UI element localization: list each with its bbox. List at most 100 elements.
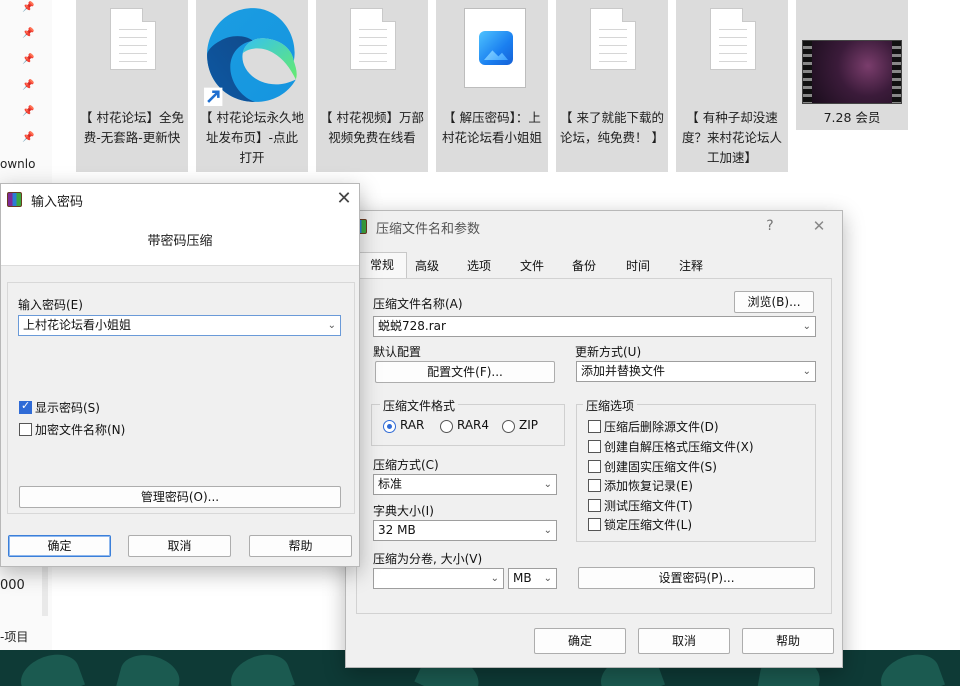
dialog-title: 压缩文件名和参数: [376, 222, 481, 237]
option-label: 压缩后删除源文件(D): [604, 420, 719, 434]
text-document-icon: [710, 8, 756, 70]
archive-name-value: 蜕蜕728.rar: [378, 319, 446, 333]
archive-format-group-title: 压缩文件格式: [380, 397, 459, 414]
winrar-icon: [7, 192, 22, 207]
encrypt-filenames-label: 加密文件名称(N): [35, 423, 126, 437]
chevron-down-icon: ⌄: [802, 321, 811, 332]
tab-advanced[interactable]: 高级: [409, 254, 445, 278]
archive-options-group-title: 压缩选项: [583, 397, 638, 414]
option-label: 创建固实压缩文件(S): [604, 460, 717, 474]
file-item[interactable]: 【 村花论坛永久地址发布页】-点此打开: [196, 0, 308, 172]
option-label: 创建自解压格式压缩文件(X): [604, 440, 754, 454]
option-checkbox[interactable]: [588, 499, 601, 512]
compression-method-label: 压缩方式(C): [373, 458, 439, 472]
pin-icon: 📌: [22, 132, 35, 143]
file-name: 【 村花论坛】全免费-无套路-更新快: [80, 110, 184, 145]
split-unit-select[interactable]: MB ⌄: [508, 568, 557, 589]
browse-button[interactable]: 浏览(B)...: [734, 291, 814, 313]
text-document-icon: [110, 8, 156, 70]
encrypt-filenames-checkbox[interactable]: [19, 423, 32, 436]
tab-files[interactable]: 文件: [514, 254, 550, 278]
item-count-text: -项目: [0, 630, 29, 644]
tab-options[interactable]: 选项: [461, 254, 497, 278]
password-value: 上村花论坛看小姐姐: [23, 318, 132, 332]
tab-backup[interactable]: 备份: [566, 254, 602, 278]
option-label: 测试压缩文件(T): [604, 499, 693, 513]
format-zip-radio[interactable]: [502, 420, 515, 433]
dialog-title: 输入密码: [31, 195, 84, 210]
text-document-icon: [350, 8, 396, 70]
file-item[interactable]: 【 来了就能下载的论坛，纯免费！ 】: [556, 0, 668, 172]
file-name: 【 村花视频】万部视频免费在线看: [320, 110, 424, 145]
ok-button[interactable]: 确定: [534, 628, 626, 654]
sidebar-item-downloads[interactable]: ownlo: [0, 157, 35, 171]
cancel-button[interactable]: 取消: [128, 535, 231, 557]
ok-button[interactable]: 确定: [8, 535, 111, 557]
format-rar4-label: RAR4: [457, 418, 490, 432]
manage-passwords-button[interactable]: 管理密码(O)...: [19, 486, 341, 508]
option-checkbox[interactable]: [588, 460, 601, 473]
file-name: 【 来了就能下载的论坛，纯免费！ 】: [560, 110, 664, 145]
dictionary-size-select[interactable]: 32 MB ⌄: [373, 520, 557, 541]
chevron-down-icon: ⌄: [490, 573, 499, 584]
cancel-button[interactable]: 取消: [638, 628, 730, 654]
format-zip-label: ZIP: [519, 418, 538, 432]
pin-icon: 📌: [22, 28, 35, 39]
sidebar-partial-text: 000: [0, 578, 25, 593]
video-thumbnail-icon: [802, 40, 902, 104]
help-icon[interactable]: ?: [758, 215, 782, 237]
password-input[interactable]: 上村花论坛看小姐姐 ⌄: [18, 315, 341, 336]
tab-time[interactable]: 时间: [620, 254, 656, 278]
tab-comment[interactable]: 注释: [673, 254, 709, 278]
file-item[interactable]: 7.28 会员: [796, 0, 908, 130]
pin-icon: 📌: [22, 80, 35, 91]
compression-method-value: 标准: [378, 477, 403, 491]
split-size-input[interactable]: ⌄: [373, 568, 504, 589]
update-mode-value: 添加并替换文件: [581, 364, 666, 378]
format-rar-radio[interactable]: [383, 420, 396, 433]
pin-icon: 📌: [22, 2, 35, 13]
help-button[interactable]: 帮助: [249, 535, 352, 557]
archive-dialog-titlebar[interactable]: 压缩文件名和参数 ? ✕: [346, 211, 842, 241]
archive-name-input[interactable]: 蜕蜕728.rar ⌄: [373, 316, 816, 337]
chevron-down-icon: ⌄: [543, 479, 552, 490]
file-name: 【 解压密码】：上村花论坛看小姐姐: [441, 110, 542, 145]
option-checkbox[interactable]: [588, 479, 601, 492]
format-rar-label: RAR: [400, 418, 425, 432]
option-label: 锁定压缩文件(L): [604, 518, 693, 532]
password-label: 输入密码(E): [18, 298, 83, 312]
file-item[interactable]: 【 村花论坛】全免费-无套路-更新快: [76, 0, 188, 172]
pin-icon: 📌: [22, 106, 35, 117]
profile-button[interactable]: 配置文件(F)...: [375, 361, 555, 383]
split-volumes-label: 压缩为分卷, 大小(V): [373, 552, 483, 566]
update-mode-select[interactable]: 添加并替换文件 ⌄: [576, 361, 816, 382]
format-rar4-radio[interactable]: [440, 420, 453, 433]
edge-shortcut-icon: [204, 8, 297, 106]
set-password-button[interactable]: 设置密码(P)...: [578, 567, 815, 589]
compression-method-select[interactable]: 标准 ⌄: [373, 474, 557, 495]
file-item[interactable]: 【 解压密码】：上村花论坛看小姐姐: [436, 0, 548, 172]
file-name: 【 村花论坛永久地址发布页】-点此打开: [200, 110, 304, 165]
close-icon[interactable]: ✕: [331, 188, 357, 210]
default-profile-label: 默认配置: [373, 345, 422, 359]
chevron-down-icon: ⌄: [543, 573, 552, 584]
dictionary-size-value: 32 MB: [378, 523, 416, 537]
dictionary-size-label: 字典大小(I): [373, 504, 434, 518]
split-unit-value: MB: [513, 571, 532, 585]
file-item[interactable]: 【 村花视频】万部视频免费在线看: [316, 0, 428, 172]
chevron-down-icon: ⌄: [327, 320, 336, 331]
option-checkbox[interactable]: [588, 440, 601, 453]
show-password-checkbox[interactable]: [19, 399, 32, 414]
file-item[interactable]: 【 有种子却没速度？来村花论坛人工加速】: [676, 0, 788, 172]
option-checkbox[interactable]: [588, 420, 601, 433]
close-icon[interactable]: ✕: [806, 215, 832, 237]
image-document-icon: [464, 8, 526, 88]
dialog-heading: 带密码压缩: [147, 234, 213, 249]
file-name: 7.28 会员: [823, 110, 881, 125]
help-button[interactable]: 帮助: [742, 628, 834, 654]
password-dialog-titlebar[interactable]: 输入密码 ✕: [1, 184, 359, 214]
dialog-header: 带密码压缩: [1, 214, 359, 266]
tab-general[interactable]: 常规: [357, 252, 407, 279]
update-mode-label: 更新方式(U): [575, 345, 642, 359]
option-checkbox[interactable]: [588, 518, 601, 531]
